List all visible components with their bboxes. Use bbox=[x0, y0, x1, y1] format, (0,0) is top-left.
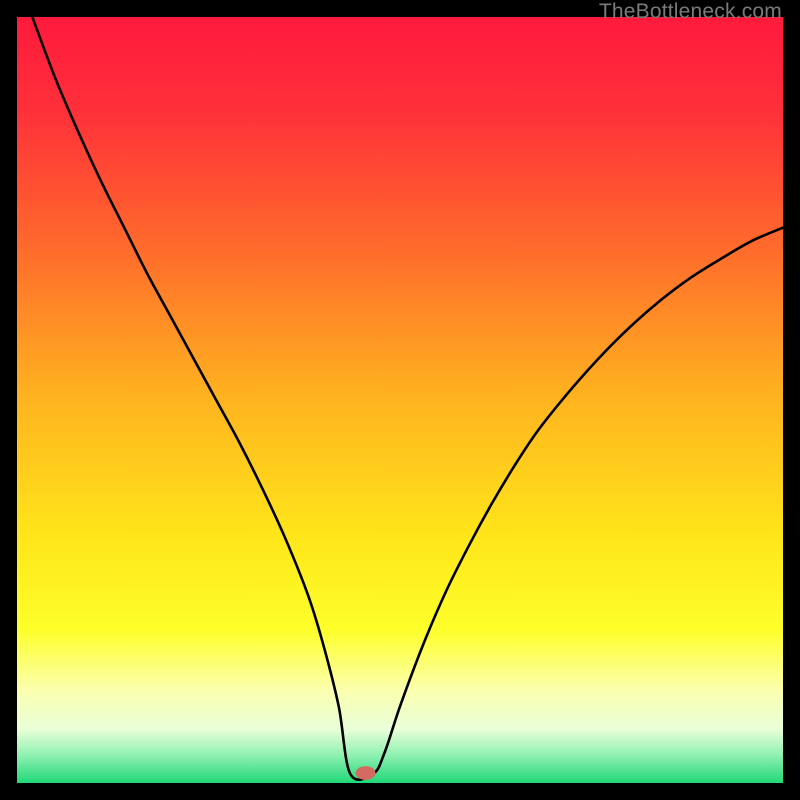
watermark-text: TheBottleneck.com bbox=[599, 0, 782, 24]
chart-frame bbox=[17, 17, 783, 783]
gradient-background bbox=[17, 17, 783, 783]
optimum-marker bbox=[356, 766, 376, 780]
chart-svg bbox=[17, 17, 783, 783]
